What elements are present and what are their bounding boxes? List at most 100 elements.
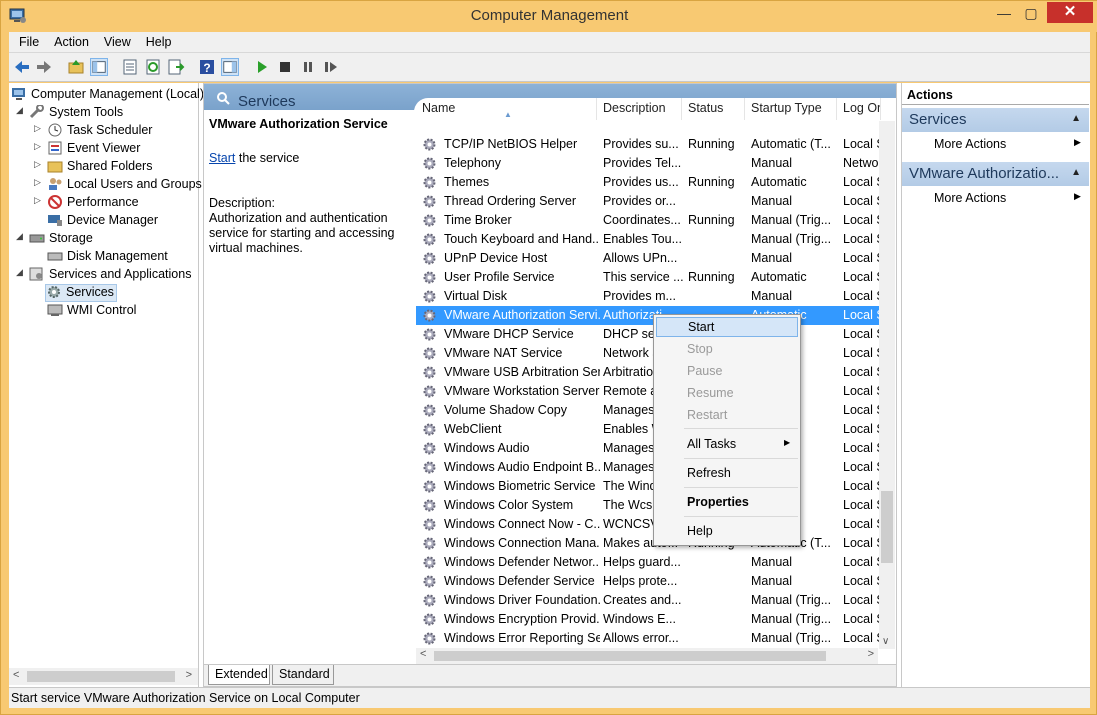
scroll-right-icon[interactable]: > <box>186 669 192 681</box>
more-actions-services[interactable]: More Actions <box>934 137 1006 151</box>
tree-item-task-scheduler[interactable]: ▷ Task Scheduler <box>34 123 152 141</box>
actions-section-vmware[interactable]: VMware Authorizatio... ▲ <box>902 162 1089 186</box>
context-refresh[interactable]: Refresh <box>656 463 798 483</box>
collapse-arrow-icon[interactable]: ◢ <box>16 267 23 278</box>
tree-item-local-users-and-groups[interactable]: ▷ Local Users and Groups <box>34 177 202 195</box>
more-actions-vmware[interactable]: More Actions <box>934 191 1006 205</box>
stop-service-icon[interactable] <box>276 58 294 76</box>
table-row[interactable]: Windows Defender Service Helps prote... Ma… <box>416 572 882 591</box>
collapse-up-icon[interactable]: ▲ <box>1071 113 1081 124</box>
menu-file[interactable]: File <box>9 32 44 49</box>
column-log-on[interactable]: Log On <box>837 98 881 120</box>
pause-service-icon[interactable] <box>299 58 317 76</box>
menu-action[interactable]: Action <box>44 32 94 49</box>
menu-help[interactable]: Help <box>136 32 177 49</box>
column-description[interactable]: Description <box>597 98 682 120</box>
scroll-left-icon[interactable]: < <box>420 648 426 660</box>
minimize-button[interactable]: — <box>989 2 1019 24</box>
table-row[interactable]: VMware NAT Service Network a... Local S <box>416 344 882 363</box>
table-row[interactable]: Time Broker Coordinates... Running Manual (… <box>416 211 882 230</box>
tree-item-performance[interactable]: ▷ Performance <box>34 195 139 213</box>
tree-item-disk-management[interactable]: Disk Management <box>47 249 168 267</box>
collapse-up-icon[interactable]: ▲ <box>1071 167 1081 178</box>
export-list-icon[interactable] <box>167 58 185 76</box>
scroll-left-icon[interactable]: < <box>13 669 19 681</box>
table-row[interactable]: Windows Connection Mana...Makes auto...R… <box>416 534 882 553</box>
forward-arrow-icon[interactable] <box>35 58 53 76</box>
start-service-link[interactable]: Start <box>209 151 235 165</box>
tree-item-services-and-applications[interactable]: ◢ Services and Applications <box>16 267 191 285</box>
table-row[interactable]: TCP/IP NetBIOS Helper Provides su... Runni… <box>416 135 882 154</box>
tree-item-shared-folders[interactable]: ▷ Shared Folders <box>34 159 152 177</box>
context-properties[interactable]: Properties <box>656 492 798 512</box>
expand-arrow-icon[interactable]: ▷ <box>34 123 41 134</box>
tree-item-system-tools[interactable]: ◢ System Tools <box>16 105 123 123</box>
context-pause[interactable]: Pause <box>656 361 798 381</box>
table-row[interactable]: Volume Shadow Copy Manages ... Local S <box>416 401 882 420</box>
list-horizontal-scrollbar[interactable]: < > <box>416 648 878 664</box>
close-button[interactable]: ✕ <box>1047 2 1093 23</box>
tab-extended[interactable]: Extended <box>208 665 270 685</box>
table-row[interactable]: Windows Encryption Provid... Windows E...… <box>416 610 882 629</box>
show-hide-action-pane-icon[interactable] <box>221 58 239 76</box>
title-bar[interactable]: Computer Management — ▢ ✕ <box>1 1 1097 32</box>
table-row[interactable]: VMware Authorization Servi... Authorizati… <box>416 306 882 325</box>
table-row[interactable]: Themes Provides us... Running Automatic Loca… <box>416 173 882 192</box>
collapse-arrow-icon[interactable]: ◢ <box>16 231 23 242</box>
table-row[interactable]: WebClientEnables W...Trig...Local S <box>416 420 882 439</box>
scroll-thumb[interactable] <box>881 491 893 563</box>
scroll-thumb[interactable] <box>27 671 175 682</box>
table-row[interactable]: Thread Ordering Server Provides or... Manu… <box>416 192 882 211</box>
table-row[interactable]: Windows Error Reporting Se... Allows erro… <box>416 629 882 648</box>
context-start[interactable]: Start <box>656 317 798 337</box>
context-help[interactable]: Help <box>656 521 798 541</box>
show-hide-console-tree-icon[interactable] <box>90 58 108 76</box>
table-row[interactable]: VMware USB Arbitration Ser... Arbitration… <box>416 363 882 382</box>
tree-item-storage[interactable]: ◢ Storage <box>16 231 93 249</box>
expand-arrow-icon[interactable]: ▷ <box>34 159 41 170</box>
table-row[interactable]: Virtual Disk Provides m... Manual Local S <box>416 287 882 306</box>
help-icon[interactable]: ? <box>198 58 216 76</box>
tree-item-wmi-control[interactable]: WMI Control <box>47 303 136 321</box>
column-name[interactable]: Name <box>416 98 597 120</box>
actions-section-services[interactable]: Services ▲ <box>902 108 1089 132</box>
table-row[interactable]: Windows Audio Endpoint B...Manages ...cL… <box>416 458 882 477</box>
table-row[interactable]: Windows Biometric Service The Wind... Loca… <box>416 477 882 496</box>
table-row[interactable]: VMware Workstation Server Remote a... Loca… <box>416 382 882 401</box>
refresh-icon[interactable] <box>144 58 162 76</box>
tree-item-services[interactable]: Services <box>45 284 117 302</box>
table-row[interactable]: Windows Connect Now - C... WCNCSV... Local… <box>416 515 882 534</box>
tree-item-event-viewer[interactable]: ▷ Event Viewer <box>34 141 140 159</box>
restart-service-icon[interactable] <box>322 58 340 76</box>
table-row[interactable]: Touch Keyboard and Hand... Enables Tou...… <box>416 230 882 249</box>
expand-arrow-icon[interactable]: ▷ <box>34 195 41 206</box>
context-resume[interactable]: Resume <box>656 383 798 403</box>
back-arrow-icon[interactable] <box>13 58 31 76</box>
scroll-right-icon[interactable]: > <box>868 648 874 660</box>
table-row[interactable]: Telephony Provides Tel... Manual Netwo <box>416 154 882 173</box>
column-status[interactable]: Status <box>682 98 745 120</box>
table-row[interactable]: Windows Color System The WcsP... Local S <box>416 496 882 515</box>
table-row[interactable]: Windows Defender Networ... Helps guard...… <box>416 553 882 572</box>
properties-sheet-icon[interactable] <box>121 58 139 76</box>
maximize-button[interactable]: ▢ <box>1016 2 1046 24</box>
scroll-down-icon[interactable]: ∨ <box>882 636 889 647</box>
up-folder-icon[interactable] <box>67 58 85 76</box>
table-row[interactable]: UPnP Device Host Allows UPn... Manual Local… <box>416 249 882 268</box>
context-restart[interactable]: Restart <box>656 405 798 425</box>
table-row[interactable]: VMware DHCP Service DHCP ser... Local S <box>416 325 882 344</box>
menu-view[interactable]: View <box>94 32 136 49</box>
table-row[interactable]: User Profile Service This service ... Runn… <box>416 268 882 287</box>
expand-arrow-icon[interactable]: ▷ <box>34 177 41 188</box>
tab-standard[interactable]: Standard <box>272 665 334 685</box>
table-row[interactable]: Windows Driver Foundation... Creates and.… <box>416 591 882 610</box>
expand-arrow-icon[interactable]: ▷ <box>34 141 41 152</box>
column-startup-type[interactable]: Startup Type <box>745 98 837 120</box>
table-row[interactable]: Windows AudioManages ...cLocal S <box>416 439 882 458</box>
collapse-arrow-icon[interactable]: ◢ <box>16 105 23 116</box>
context-stop[interactable]: Stop <box>656 339 798 359</box>
context-all-tasks[interactable]: All Tasks <box>656 434 798 454</box>
scroll-thumb[interactable] <box>434 651 826 661</box>
list-vertical-scrollbar[interactable]: ∨ <box>879 121 895 649</box>
tree-horizontal-scrollbar[interactable]: < > <box>9 668 198 685</box>
